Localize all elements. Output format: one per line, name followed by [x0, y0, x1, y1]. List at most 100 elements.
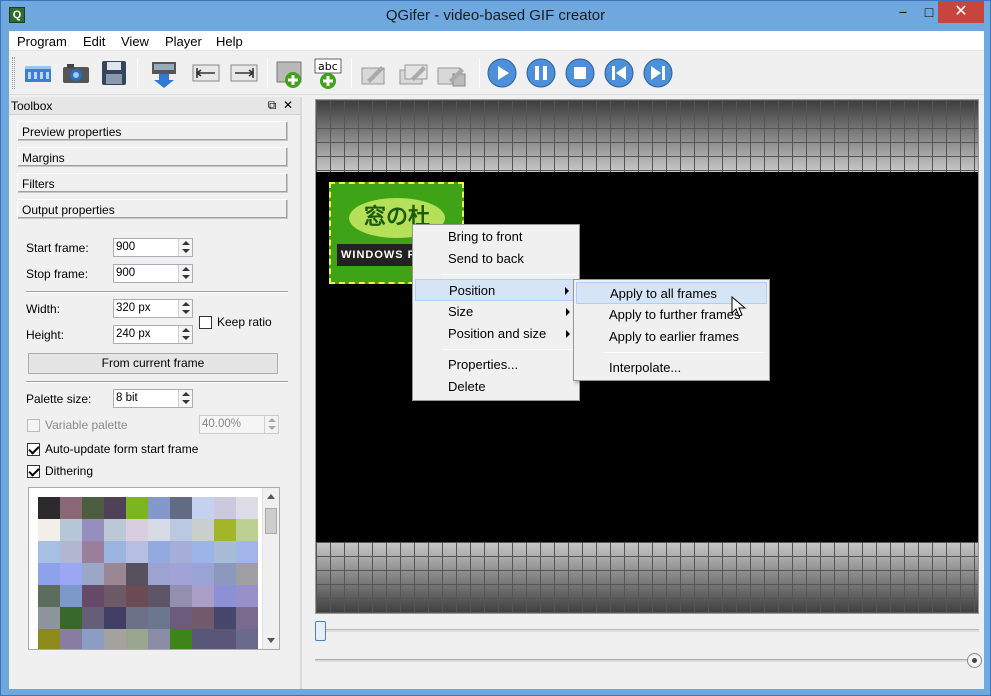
palette-swatch	[126, 563, 148, 585]
menu-edit[interactable]: Edit	[83, 34, 105, 49]
open-video-icon[interactable]	[21, 56, 55, 90]
menu-item-bring-to-front[interactable]: Bring to front	[415, 226, 578, 248]
palette-swatch	[148, 607, 170, 629]
variable-palette-checkbox[interactable]	[27, 419, 40, 432]
set-start-icon[interactable]	[189, 56, 223, 90]
scroll-down-icon[interactable]	[267, 638, 275, 643]
pause-icon[interactable]	[524, 56, 558, 90]
section-preview-properties[interactable]: Preview properties	[17, 121, 288, 141]
extract-gif-icon[interactable]	[147, 56, 181, 90]
menu-item-interpolate[interactable]: Interpolate...	[576, 357, 767, 379]
window-title: QGifer - video-based GIF creator	[385, 7, 606, 24]
menu-help[interactable]: Help	[216, 34, 243, 49]
palette-swatch	[38, 607, 60, 629]
palette-swatch	[126, 585, 148, 607]
palette-swatch	[104, 585, 126, 607]
section-filters[interactable]: Filters	[17, 173, 288, 193]
palette-swatch	[192, 563, 214, 585]
set-stop-icon[interactable]	[227, 56, 261, 90]
menu-item-position-and-size[interactable]: Position and size	[415, 323, 578, 345]
zoom-slider[interactable]	[315, 651, 985, 671]
palette-swatch	[148, 629, 170, 649]
menu-player[interactable]: Player	[165, 34, 202, 49]
spin-arrows[interactable]	[178, 326, 192, 343]
palette-swatch	[214, 541, 236, 563]
spin-arrows[interactable]	[178, 239, 192, 256]
svg-text:abc: abc	[318, 60, 338, 73]
menu-item-position[interactable]: Position	[415, 279, 578, 301]
palette-swatch	[104, 563, 126, 585]
frame-slider-track	[315, 629, 979, 632]
palette-swatch	[38, 541, 60, 563]
menu-item-send-to-back[interactable]: Send to back	[415, 248, 578, 270]
keep-ratio-checkbox[interactable]	[199, 316, 212, 329]
spin-arrows[interactable]	[178, 300, 192, 317]
palette-swatch	[126, 497, 148, 519]
section-margins[interactable]: Margins	[17, 147, 288, 167]
dithering-checkbox[interactable]	[27, 465, 40, 478]
save-icon[interactable]	[97, 56, 131, 90]
auto-update-checkbox[interactable]	[27, 443, 40, 456]
divider	[26, 291, 288, 293]
close-icon[interactable]: ✕	[281, 98, 295, 112]
title-bar[interactable]: Q QGifer - video-based GIF creator − □ ✕	[1, 1, 990, 31]
width-value: 320 px	[116, 302, 151, 314]
toolbox-title-bar[interactable]: Toolbox ⧉ ✕	[9, 97, 300, 115]
toolbox-panel: Toolbox ⧉ ✕ Preview properties Margins F…	[9, 97, 300, 689]
spin-arrows[interactable]	[178, 390, 192, 407]
previous-icon[interactable]	[602, 56, 636, 90]
toolbar-grip[interactable]	[12, 57, 15, 89]
frame-slider[interactable]	[315, 621, 979, 641]
menu-item-label: Size	[448, 304, 474, 319]
palette-size-spinbox[interactable]: 8 bit	[113, 389, 193, 408]
dock-splitter[interactable]	[300, 97, 302, 689]
stop-frame-label: Stop frame:	[26, 267, 89, 281]
palette-swatch	[214, 607, 236, 629]
width-spinbox[interactable]: 320 px	[113, 299, 193, 318]
zoom-slider-handle[interactable]	[967, 653, 982, 668]
palette-swatch	[38, 585, 60, 607]
close-button[interactable]: ✕	[938, 1, 984, 23]
edit-icon[interactable]	[357, 56, 391, 90]
variable-palette-spinbox[interactable]: 40.00%	[199, 415, 279, 434]
float-icon[interactable]: ⧉	[265, 98, 279, 112]
stop-frame-value: 900	[116, 267, 136, 279]
context-menu: Bring to front Send to back Position Siz…	[412, 224, 580, 401]
next-icon[interactable]	[641, 56, 675, 90]
height-spinbox[interactable]: 240 px	[113, 325, 193, 344]
section-output-properties[interactable]: Output properties	[17, 199, 288, 219]
add-image-object-icon[interactable]	[273, 56, 307, 90]
play-icon[interactable]	[485, 56, 519, 90]
palette-swatch	[82, 563, 104, 585]
palette-swatch	[60, 497, 82, 519]
open-camera-icon[interactable]	[59, 56, 93, 90]
remove-icon[interactable]	[435, 56, 469, 90]
spin-arrows[interactable]	[264, 416, 278, 433]
menu-view[interactable]: View	[121, 34, 149, 49]
menu-item-properties[interactable]: Properties...	[415, 354, 578, 376]
frame-slider-handle[interactable]	[315, 621, 326, 641]
palette-scrollbar[interactable]	[262, 488, 279, 649]
palette-swatch	[82, 497, 104, 519]
add-text-object-icon[interactable]: abc	[311, 56, 345, 90]
menu-item-label: Position and size	[448, 326, 547, 341]
menu-separator	[604, 352, 764, 353]
scroll-up-icon[interactable]	[267, 494, 275, 499]
spin-arrows[interactable]	[178, 265, 192, 282]
palette-swatch	[38, 519, 60, 541]
stop-frame-spinbox[interactable]: 900	[113, 264, 193, 283]
scroll-thumb[interactable]	[265, 508, 277, 534]
start-frame-spinbox[interactable]: 900	[113, 238, 193, 257]
menu-item-apply-to-earlier-frames[interactable]: Apply to earlier frames	[576, 326, 767, 348]
stop-icon[interactable]	[563, 56, 597, 90]
menu-program[interactable]: Program	[17, 34, 67, 49]
palette-swatch	[82, 541, 104, 563]
from-current-frame-button[interactable]: From current frame	[28, 353, 278, 374]
palette-swatch	[104, 607, 126, 629]
menu-item-size[interactable]: Size	[415, 301, 578, 323]
edit-multiple-icon[interactable]	[397, 56, 431, 90]
palette-swatch	[38, 497, 60, 519]
palette-swatch	[214, 519, 236, 541]
menu-item-delete[interactable]: Delete	[415, 376, 578, 398]
palette-swatch	[192, 541, 214, 563]
